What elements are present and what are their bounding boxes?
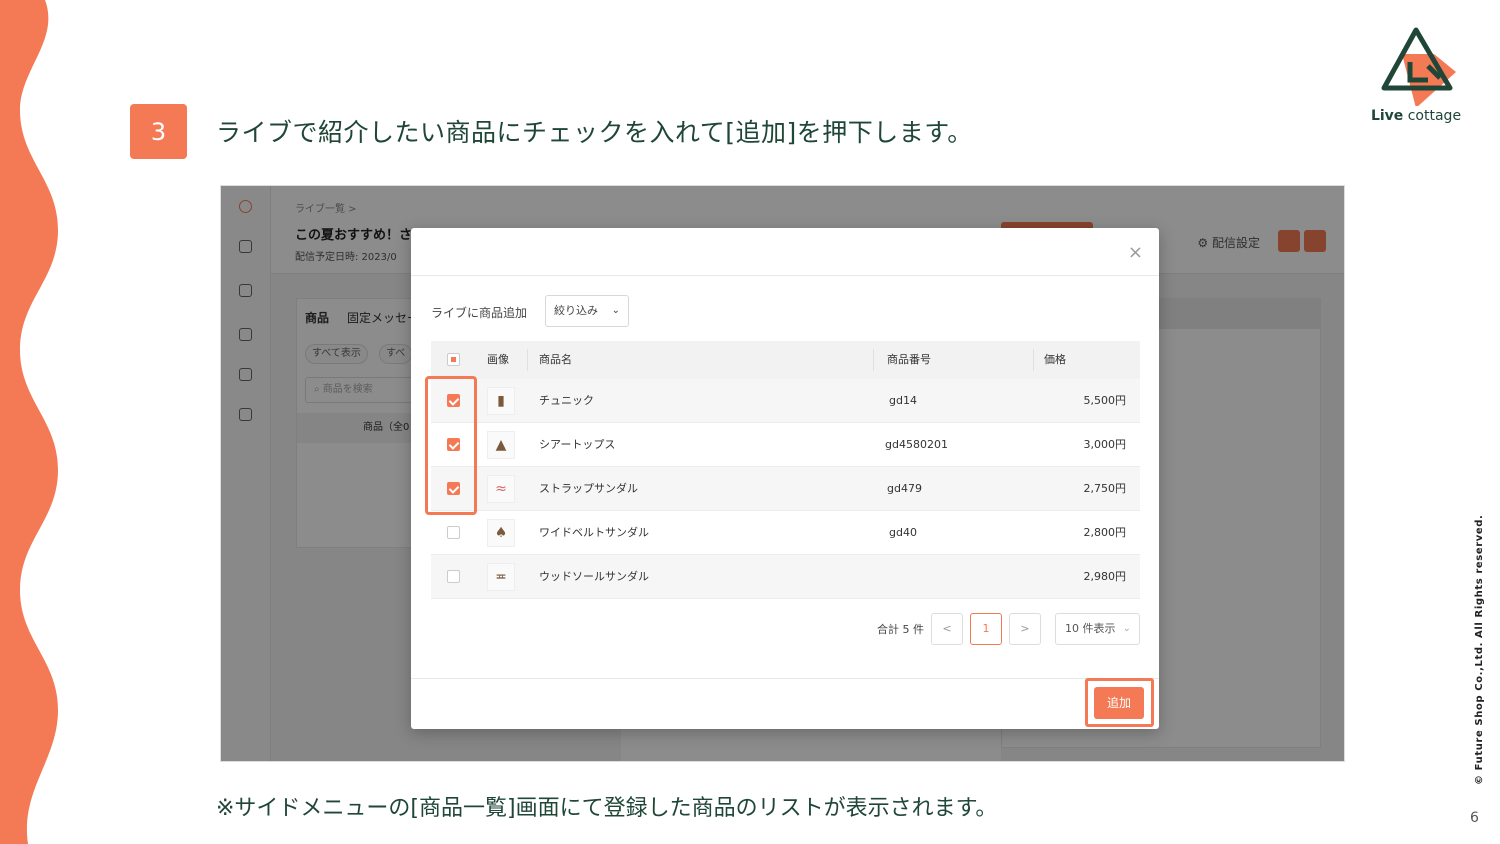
product-price: 2,800円 [1083, 526, 1127, 539]
product-price: 3,000円 [1083, 438, 1127, 451]
column-name: 商品名 [539, 353, 572, 366]
shirt-icon: ▲ [487, 431, 515, 459]
column-image: 画像 [487, 353, 509, 366]
sandal-icon: ≈ [487, 475, 515, 503]
live-cottage-logo: Live cottage [1366, 26, 1466, 128]
column-price: 価格 [1044, 353, 1066, 366]
product-table: 画像 商品名 商品番号 価格 ▮ チュニック gd14 5,500円 ▲ シアー… [431, 341, 1140, 599]
filter-dropdown[interactable]: 絞り込み ⌄ [545, 295, 629, 327]
product-code: gd4580201 [885, 438, 948, 451]
sandal-icon: ≖ [487, 563, 515, 591]
row-checkbox[interactable] [447, 570, 460, 583]
pager-next-button[interactable]: > [1009, 613, 1041, 645]
checkbox-highlight [425, 376, 477, 515]
row-checkbox[interactable] [447, 526, 460, 539]
add-product-modal: × ライブに商品追加 絞り込み ⌄ 画像 商品名 商品番号 価格 ▮ チュニック … [411, 228, 1159, 729]
product-price: 2,980円 [1083, 570, 1127, 583]
chevron-down-icon: ⌄ [1122, 623, 1131, 634]
table-row[interactable]: ▮ チュニック gd14 5,500円 [431, 379, 1140, 423]
product-name: シアートップス [539, 438, 616, 451]
pager-prev-button[interactable]: < [931, 613, 963, 645]
chevron-down-icon: ⌄ [611, 305, 620, 316]
product-name: ワイドベルトサンダル [539, 526, 649, 539]
product-price: 2,750円 [1083, 482, 1127, 495]
modal-label: ライブに商品追加 [431, 306, 528, 320]
page-number: 6 [1470, 810, 1479, 826]
product-price: 5,500円 [1083, 394, 1127, 407]
house-logo-icon [1381, 27, 1456, 106]
product-name: ストラップサンダル [539, 482, 638, 495]
product-name: チュニック [539, 394, 594, 407]
column-code: 商品番号 [887, 353, 931, 366]
table-row[interactable]: ≖ ウッドソールサンダル 2,980円 [431, 555, 1140, 599]
slide-footnote: ※サイドメニューの[商品一覧]画面にて登録した商品のリストが表示されます。 [216, 796, 998, 821]
dress-icon: ▮ [487, 387, 515, 415]
add-button-highlight [1085, 678, 1154, 727]
close-icon[interactable]: × [1128, 242, 1143, 263]
product-code: gd14 [889, 394, 917, 407]
pager-total: 合計 5 件 [877, 623, 924, 636]
product-name: ウッドソールサンダル [539, 570, 649, 583]
table-row[interactable]: ♠ ワイドベルトサンダル gd40 2,800円 [431, 511, 1140, 555]
sandal-icon: ♠ [487, 519, 515, 547]
product-code: gd40 [889, 526, 917, 539]
table-header: 画像 商品名 商品番号 価格 [431, 341, 1140, 379]
page-size-select[interactable]: 10 件表示 ⌄ [1055, 613, 1140, 645]
table-row[interactable]: ≈ ストラップサンダル gd479 2,750円 [431, 467, 1140, 511]
copyright-notice: © Future Shop Co.,Ltd. All Rights reserv… [1474, 514, 1485, 785]
product-code: gd479 [887, 482, 922, 495]
logo-wordmark: Live cottage [1370, 108, 1462, 124]
wave-decoration [0, 0, 58, 844]
table-row[interactable]: ▲ シアートップス gd4580201 3,000円 [431, 423, 1140, 467]
step-number-badge: 3 [130, 104, 187, 159]
pager-page-button[interactable]: 1 [970, 613, 1002, 645]
select-all-checkbox[interactable] [447, 353, 460, 366]
app-screenshot: ライブ一覧 > この夏おすすめ！さ 配信予定日時: 2023/0 ⚙ 配信設定 … [220, 185, 1345, 762]
slide-heading: ライブで紹介したい商品にチェックを入れて[追加]を押下します。 [216, 118, 973, 147]
